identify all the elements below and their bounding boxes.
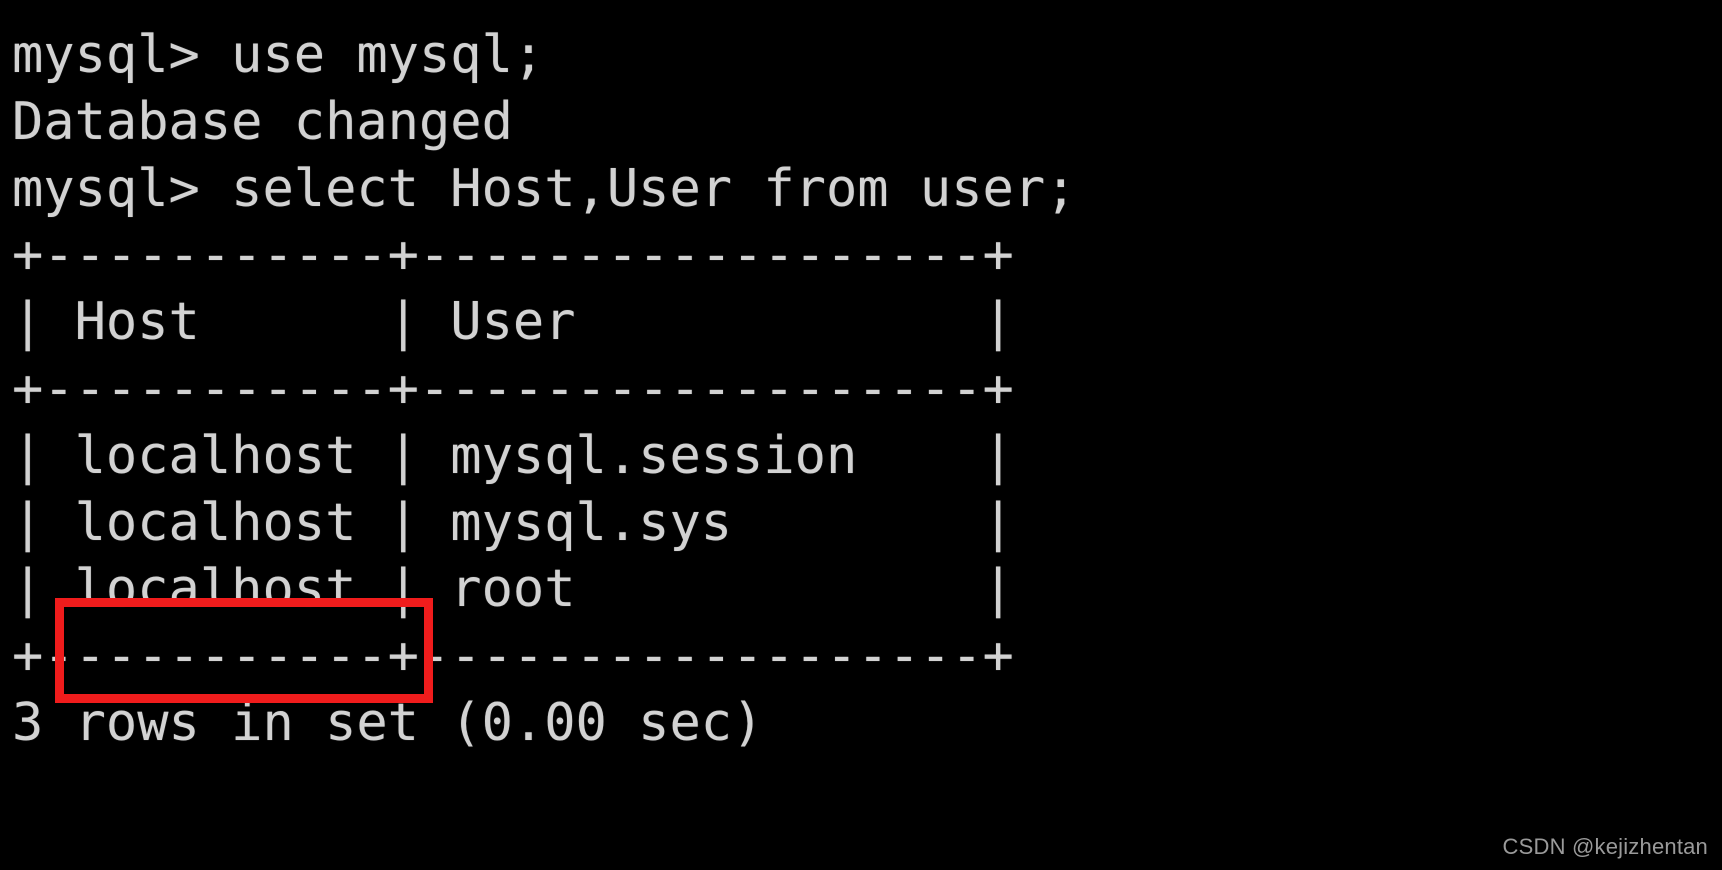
watermark-label: CSDN @kejizhentan — [1502, 834, 1708, 859]
table-row: | localhost | mysql.sys | — [12, 492, 1014, 553]
table-row: | localhost | mysql.session | — [12, 425, 1014, 486]
table-top-border: +-----------+------------------+ — [12, 225, 1014, 286]
result-status-line: 3 rows in set (0.00 sec) — [12, 692, 764, 753]
terminal-line-database-changed: Database changed — [12, 91, 513, 152]
table-bottom-border: +-----------+------------------+ — [12, 626, 1014, 687]
terminal-line-prompt-use-db: mysql> use mysql; — [12, 25, 545, 85]
terminal-line-prompt-select: mysql> select Host,User from user; — [12, 158, 1077, 219]
terminal-window[interactable]: mysql> use mysql; Database changed mysql… — [0, 0, 1722, 870]
table-header-separator: +-----------+------------------+ — [12, 358, 1014, 419]
terminal-output: mysql> use mysql; Database changed mysql… — [12, 22, 1712, 757]
table-row: | localhost | root | — [12, 559, 1014, 620]
table-header-row: | Host | User | — [12, 292, 1014, 353]
